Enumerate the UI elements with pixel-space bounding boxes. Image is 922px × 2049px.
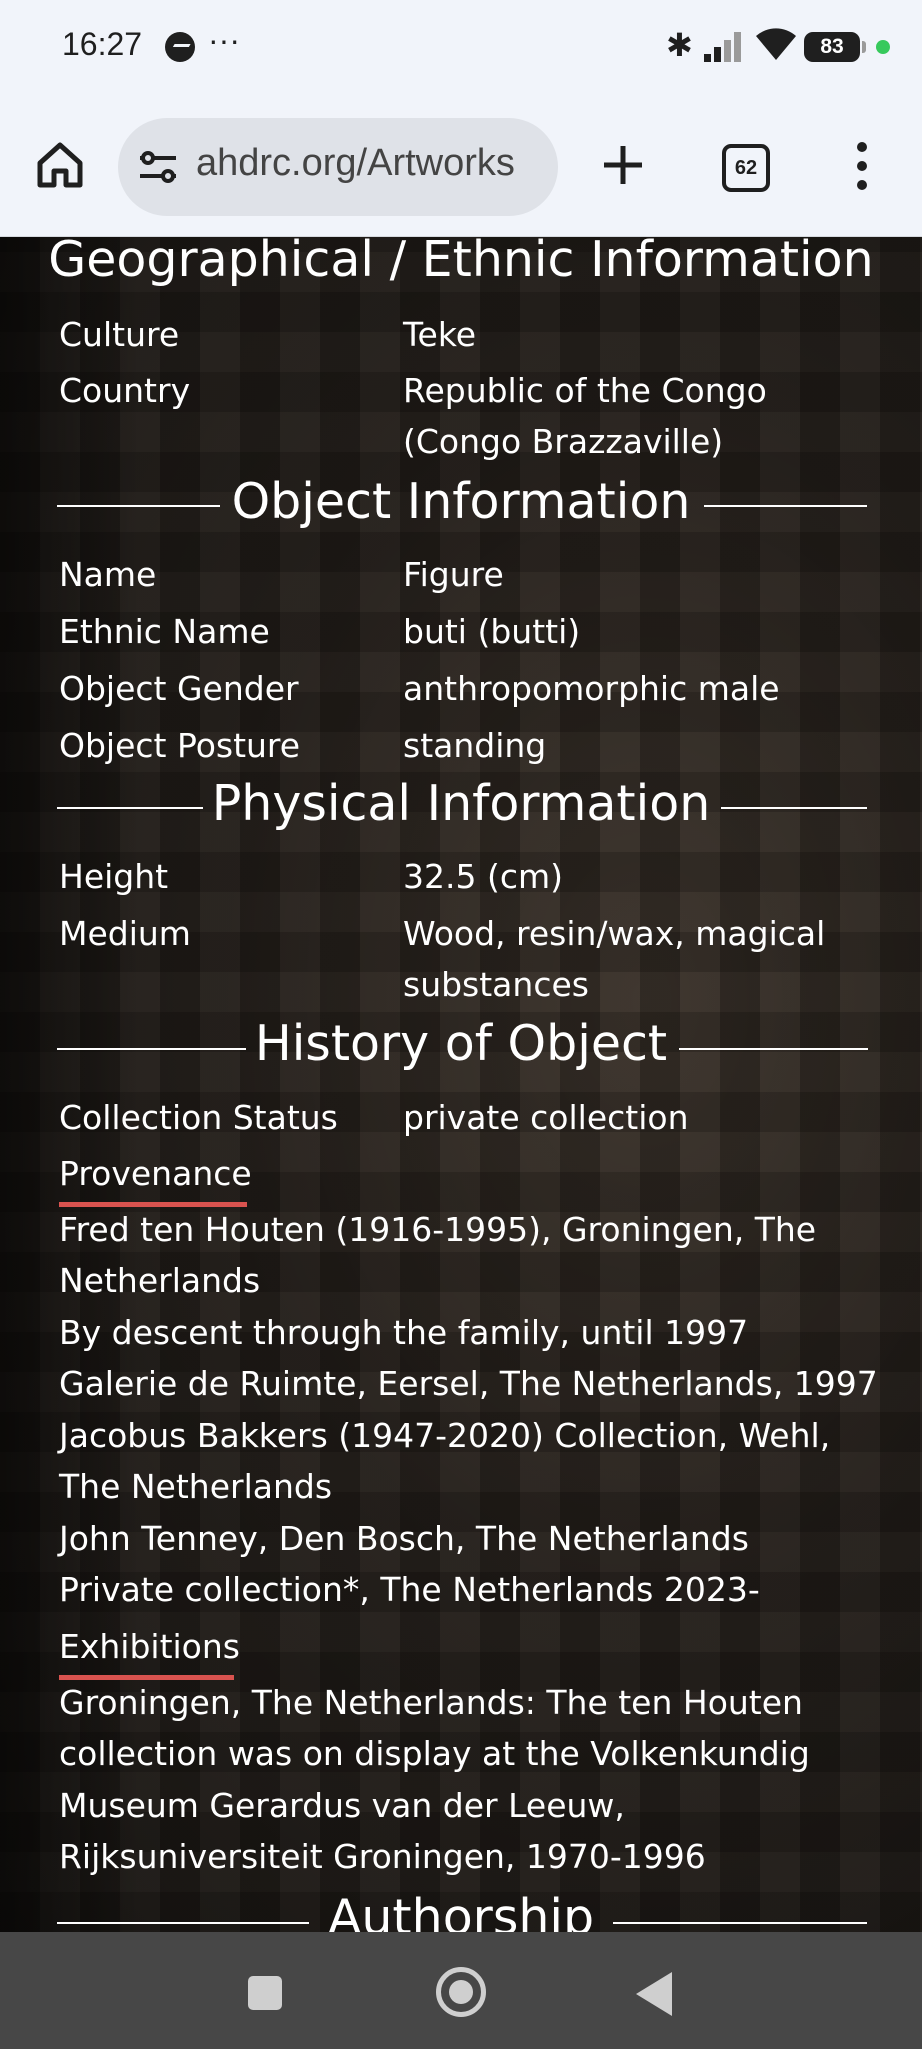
back-button[interactable]	[636, 1972, 672, 2016]
bluetooth-icon: ✱	[666, 26, 693, 64]
exhibition-line: collection was on display at the Volkenk…	[59, 1734, 810, 1773]
provenance-line: John Tenney, Den Bosch, The Netherlands	[59, 1519, 749, 1558]
provenance-line: By descent through the family, until 199…	[59, 1313, 749, 1352]
medium-value-line1: Wood, resin/wax, magical	[403, 914, 826, 953]
ethnic-name-label: Ethnic Name	[59, 612, 270, 651]
country-value-line2: (Congo Brazzaville)	[403, 422, 724, 461]
wifi-icon	[756, 28, 796, 60]
provenance-underline	[59, 1202, 247, 1207]
medium-label: Medium	[59, 914, 191, 953]
new-tab-icon[interactable]	[598, 140, 648, 190]
medium-value-line2: substances	[403, 965, 589, 1004]
physical-section-title: Physical Information	[211, 775, 711, 832]
exhibition-line: Rijksuniversiteit Groningen, 1970-1996	[59, 1837, 706, 1876]
ethnic-name-value: buti (butti)	[403, 612, 581, 651]
object-gender-value: anthropomorphic male	[403, 669, 780, 708]
history-section-title: History of Object	[254, 1015, 668, 1072]
provenance-line: Private collection*, The Netherlands 202…	[59, 1570, 760, 1609]
provenance-line: Fred ten Houten (1916-1995), Groningen, …	[59, 1210, 817, 1249]
collection-status-value: private collection	[403, 1098, 689, 1137]
name-value: Figure	[403, 555, 504, 594]
provenance-line: The Netherlands	[59, 1467, 333, 1506]
tab-switcher-button[interactable]: 62	[722, 144, 770, 192]
height-label: Height	[59, 857, 169, 896]
menu-icon[interactable]	[852, 142, 872, 190]
status-bar: 16:27 ··· ✱ 83	[0, 0, 922, 96]
provenance-line: Galerie de Ruimte, Eersel, The Netherlan…	[59, 1364, 878, 1403]
country-label: Country	[59, 371, 191, 410]
collection-status-label: Collection Status	[59, 1098, 338, 1137]
exhibitions-underline	[59, 1675, 234, 1680]
provenance-line: Jacobus Bakkers (1947-2020) Collection, …	[59, 1416, 831, 1455]
status-time: 16:27	[62, 26, 143, 62]
country-value-line1: Republic of the Congo	[403, 371, 767, 410]
authorship-section-title: Authorship	[327, 1889, 595, 1932]
home-button[interactable]	[436, 1967, 486, 2017]
object-section-title: Object Information	[231, 473, 691, 530]
provenance-heading: Provenance	[59, 1154, 252, 1193]
object-posture-value: standing	[403, 726, 547, 765]
recents-button[interactable]	[248, 1976, 282, 2010]
messenger-icon	[165, 32, 195, 62]
site-info-icon[interactable]	[138, 150, 178, 184]
signal-icon	[704, 30, 744, 62]
url-text[interactable]: ahdrc.org/Artworks	[196, 142, 515, 185]
battery-icon: 83	[804, 32, 866, 62]
culture-label: Culture	[59, 315, 180, 354]
object-posture-label: Object Posture	[59, 726, 301, 765]
culture-value: Teke	[403, 315, 477, 354]
page-content: Geographical / Ethnic Information Cultur…	[0, 237, 922, 1932]
exhibition-line: Museum Gerardus van der Leeuw,	[59, 1786, 625, 1825]
provenance-line: Netherlands	[59, 1261, 261, 1300]
home-icon[interactable]	[34, 139, 86, 191]
height-value: 32.5 (cm)	[403, 857, 564, 896]
geo-section-title: Geographical / Ethnic Information	[48, 237, 874, 288]
privacy-indicator-dot	[876, 40, 890, 54]
exhibitions-heading: Exhibitions	[59, 1627, 240, 1666]
address-bar[interactable]: ahdrc.org/Artworks	[118, 118, 558, 216]
object-gender-label: Object Gender	[59, 669, 299, 708]
browser-toolbar: ahdrc.org/Artworks 62	[0, 96, 922, 237]
exhibition-line: Groningen, The Netherlands: The ten Hout…	[59, 1683, 803, 1722]
more-notifications-icon: ···	[208, 22, 240, 58]
name-label: Name	[59, 555, 157, 594]
